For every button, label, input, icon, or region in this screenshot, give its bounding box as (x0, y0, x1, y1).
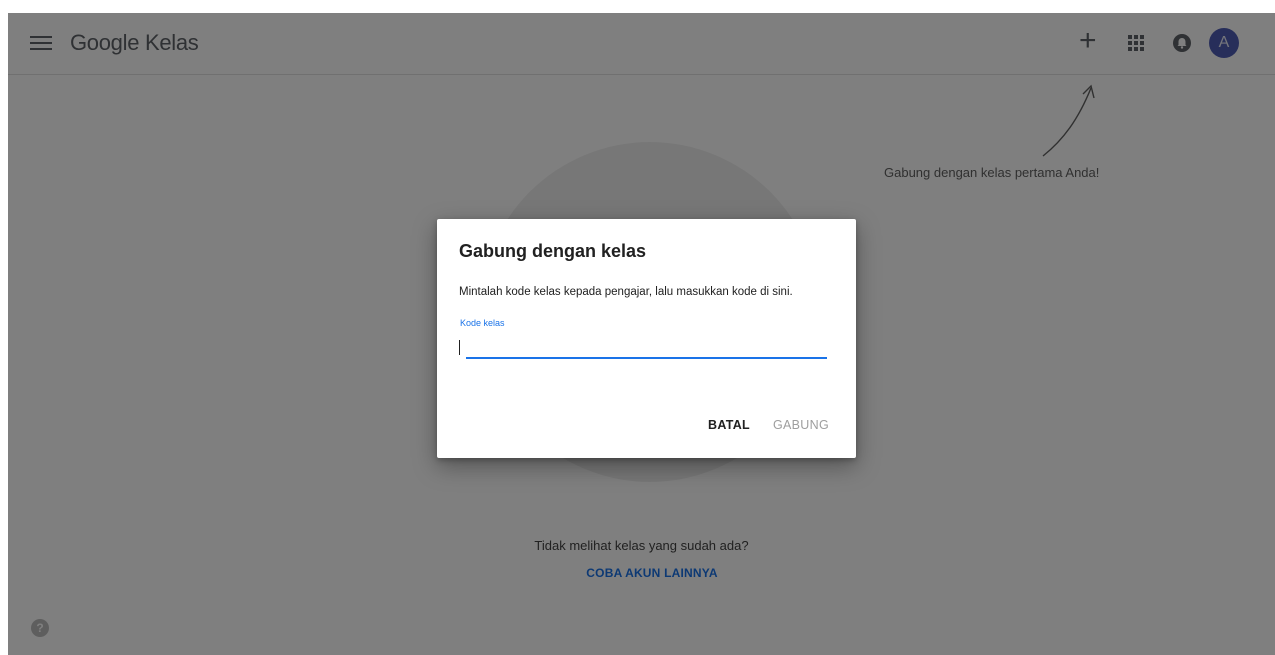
text-cursor (459, 340, 460, 355)
class-code-input[interactable] (466, 337, 827, 359)
cancel-button[interactable]: BATAL (708, 418, 750, 432)
class-code-label: Kode kelas (460, 318, 505, 328)
dialog-title: Gabung dengan kelas (459, 241, 647, 261)
join-button[interactable]: GABUNG (773, 418, 829, 432)
join-class-dialog: Gabung dengan kelas Mintalah kode kelas … (437, 219, 856, 458)
app-window: Google Kelas + A Gabung dengan kelas per… (8, 13, 1275, 655)
dialog-description: Mintalah kode kelas kepada pengajar, lal… (459, 286, 793, 298)
